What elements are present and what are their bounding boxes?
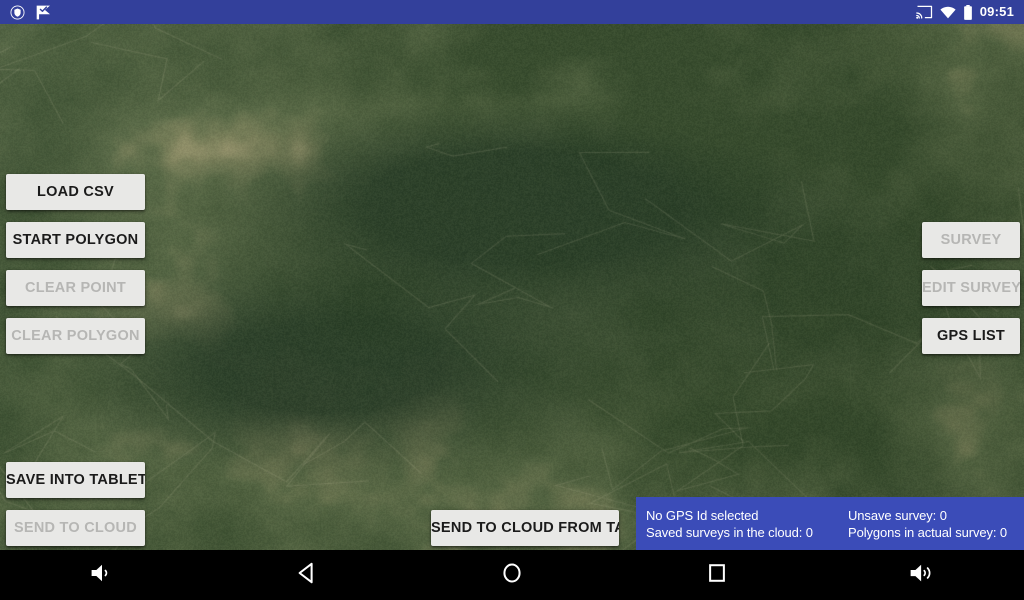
clear-polygon-button[interactable]: CLEAR POLYGON [6, 318, 145, 354]
app-root: 09:51 LOAD CSV START POLYGON CLEAR POINT… [0, 0, 1024, 600]
checkmark-flag-icon [35, 5, 52, 20]
info-polygons-actual-survey: Polygons in actual survey: 0 [848, 524, 1008, 540]
gps-list-button[interactable]: GPS LIST [922, 318, 1020, 354]
shield-security-icon [10, 5, 25, 20]
recents-button[interactable] [614, 550, 819, 600]
android-navigation-bar [0, 550, 1024, 600]
status-bar-right-icons: 09:51 [915, 0, 1024, 24]
back-button[interactable] [205, 550, 410, 600]
send-to-cloud-from-tablet-button[interactable]: SEND TO CLOUD FROM TABLET [431, 510, 619, 546]
volume-down-button[interactable] [0, 550, 205, 600]
info-gps-id-status: No GPS Id selected [646, 507, 759, 523]
clear-point-button[interactable]: CLEAR POINT [6, 270, 145, 306]
volume-down-icon [89, 561, 115, 590]
cast-screen-icon [915, 5, 933, 19]
status-bar-left-icons [0, 5, 52, 20]
volume-up-button[interactable] [819, 550, 1024, 600]
survey-button[interactable]: SURVEY [922, 222, 1020, 258]
home-button[interactable] [410, 550, 615, 600]
save-into-tablet-button[interactable]: SAVE INTO TABLET [6, 462, 145, 498]
status-info-panel: No GPS Id selected Saved surveys in the … [636, 497, 1024, 550]
load-csv-button[interactable]: LOAD CSV [6, 174, 145, 210]
wifi-icon [940, 6, 956, 19]
satellite-map-canvas[interactable] [0, 24, 1024, 550]
back-triangle-icon [295, 561, 319, 590]
status-bar: 09:51 [0, 0, 1024, 24]
recents-square-icon [706, 562, 728, 589]
start-polygon-button[interactable]: START POLYGON [6, 222, 145, 258]
status-bar-clock: 09:51 [979, 4, 1014, 19]
send-to-cloud-button[interactable]: SEND TO CLOUD [6, 510, 145, 546]
battery-icon [963, 4, 973, 20]
satellite-map[interactable] [0, 24, 1024, 550]
home-circle-icon [500, 561, 524, 590]
info-panel-column-survey: Unsave survey: 0 Polygons in actual surv… [838, 507, 1024, 541]
info-panel-column-gps: No GPS Id selected Saved surveys in the … [636, 507, 838, 541]
edit-survey-button[interactable]: EDIT SURVEY [922, 270, 1020, 306]
info-saved-surveys-cloud: Saved surveys in the cloud: 0 [646, 524, 813, 540]
volume-up-icon [908, 561, 936, 590]
info-unsaved-survey: Unsave survey: 0 [848, 507, 947, 523]
